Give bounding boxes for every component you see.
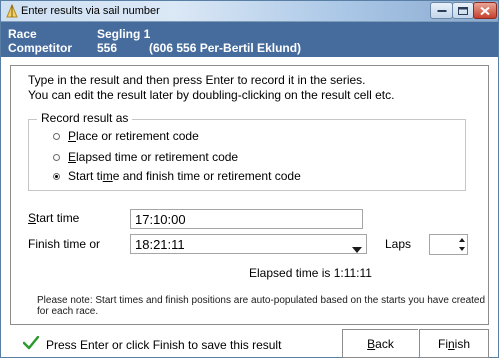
window-title: Enter results via sail number [21, 5, 160, 17]
laps-spinner[interactable] [429, 234, 468, 255]
record-result-legend: Record result as [37, 111, 133, 125]
radio-place[interactable]: Place or retirement code [53, 129, 199, 143]
finish-time-combo[interactable]: 18:21:11 [130, 234, 367, 254]
elapsed-time-text: Elapsed time is 1:11:11 [249, 266, 372, 280]
finish-time-value: 18:21:11 [135, 237, 185, 252]
radio-place-label: Place or retirement code [68, 129, 199, 143]
radio-button-selected[interactable] [53, 172, 60, 180]
auto-populate-note: Please note: Start times and finish posi… [37, 295, 486, 317]
competitor-detail: (606 556 Per-Bertil Eklund) [149, 41, 302, 55]
race-label: Race [8, 27, 37, 41]
title-bar[interactable]: Enter results via sail number [1, 1, 498, 22]
instruction-line-1: Type in the result and then press Enter … [28, 73, 366, 87]
radio-start-finish[interactable]: Start time and finish time or retirement… [53, 169, 301, 183]
race-value: Segling 1 [97, 27, 151, 41]
radio-start-finish-label: Start time and finish time or retirement… [68, 169, 301, 183]
content-panel [10, 65, 489, 324]
finish-time-label: Finish time or [28, 237, 101, 251]
back-button[interactable]: Back [342, 329, 418, 358]
laps-label: Laps [385, 237, 412, 251]
dialog-window: Enter results via sail number Race Segli… [0, 0, 499, 358]
finish-button[interactable]: Fi n ish [419, 329, 489, 358]
competitor-label: Competitor [8, 41, 72, 55]
save-hint: Press Enter or click Finish to save this… [46, 338, 282, 352]
dropdown-arrow-icon[interactable] [352, 241, 362, 256]
close-button[interactable] [473, 2, 497, 19]
footer-divider [10, 324, 489, 325]
maximize-button[interactable] [452, 2, 474, 19]
radio-button[interactable] [53, 132, 60, 140]
radio-button[interactable] [53, 153, 60, 161]
radio-elapsed[interactable]: Elapsed time or retirement code [53, 150, 238, 164]
start-time-label: Start time [28, 211, 80, 225]
race-info-header: Race Segling 1 Competitor 556 (606 556 P… [1, 22, 498, 57]
app-icon [6, 3, 18, 18]
start-time-input[interactable]: 17:10:00 [130, 209, 363, 229]
spinner-arrows-icon[interactable] [459, 237, 465, 252]
minimize-button[interactable] [430, 2, 453, 19]
instruction-line-2: You can edit the result later by doublin… [28, 88, 395, 102]
checkmark-icon [22, 335, 40, 353]
competitor-value: 556 [97, 41, 118, 55]
radio-elapsed-label: Elapsed time or retirement code [68, 150, 239, 164]
